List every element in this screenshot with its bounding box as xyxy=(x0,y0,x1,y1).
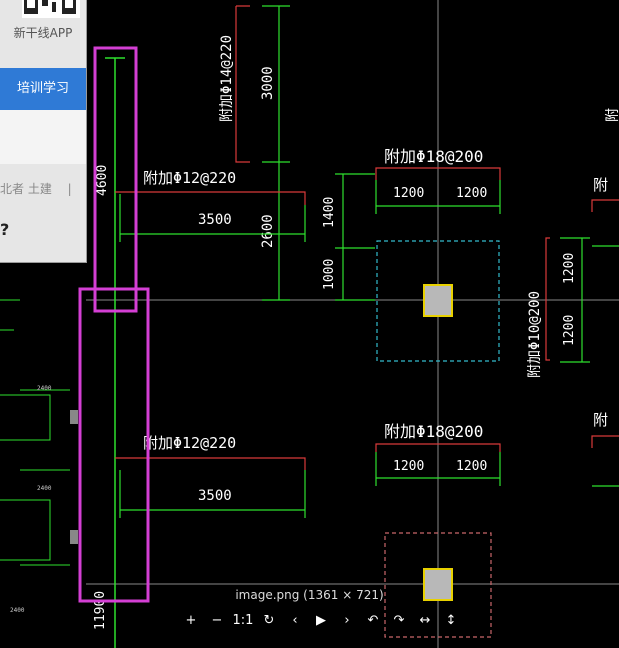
dim-label: 1200 xyxy=(393,459,424,474)
breadcrumb-separator: | xyxy=(67,182,72,196)
dim-label: 2600 xyxy=(260,214,276,248)
highlight-box xyxy=(78,287,150,603)
viewer-toolbar: + − 1:1 ↻ ‹ ▶ › ↶ ↷ ↔ ↕ xyxy=(180,610,462,632)
rebar-label-box1: 附加Φ18@200 xyxy=(384,147,483,166)
small-dim: 2400 xyxy=(37,385,52,392)
small-dim: 2400 xyxy=(37,485,52,492)
zoom-out-button[interactable]: − xyxy=(206,610,228,632)
rebar-bracket xyxy=(591,199,619,212)
rebar-label-box2: 附加Φ18@200 xyxy=(384,422,483,441)
dim-label: 1200 xyxy=(562,253,577,284)
dim-label: 1000 xyxy=(322,259,337,290)
rebar-bracket xyxy=(115,457,306,470)
prev-button[interactable]: ‹ xyxy=(284,610,306,632)
rebar-label-mid2: 附加Φ12@220 xyxy=(143,434,236,452)
edge-label: 附 xyxy=(593,176,608,194)
qr-code-icon xyxy=(22,0,80,18)
dim-label: 3000 xyxy=(260,66,276,100)
left-square xyxy=(70,410,78,424)
rebar-label-mid1: 附加Φ12@220 xyxy=(143,169,236,187)
rebar-bracket xyxy=(545,237,550,361)
refresh-icon[interactable]: ↻ xyxy=(258,610,280,632)
dim-label: 1200 xyxy=(456,186,487,201)
rebar-bracket xyxy=(115,191,306,205)
edge-label: 附 xyxy=(605,108,619,122)
dim-label: 3500 xyxy=(198,488,232,504)
rebar-label-right: 附加Φ10@200 xyxy=(527,291,543,378)
dim-label: 1200 xyxy=(456,459,487,474)
left-partial-drawing xyxy=(0,299,70,566)
rebar-bracket xyxy=(591,435,619,448)
image-caption: image.png (1361 × 721) xyxy=(235,588,384,602)
play-button[interactable]: ▶ xyxy=(310,610,332,632)
small-dim: 2400 xyxy=(10,607,25,614)
side-panel: 新干线APP 培训学习 北者 土建 | ? xyxy=(0,0,87,263)
rebar-bracket xyxy=(235,5,250,163)
question-mark: ? xyxy=(0,220,10,239)
breadcrumb: 北者 土建 | xyxy=(0,180,72,197)
breadcrumb-text[interactable]: 北者 土建 xyxy=(0,182,52,196)
dim-label: 1200 xyxy=(562,315,577,346)
actual-size-button[interactable]: 1:1 xyxy=(232,610,254,632)
left-square xyxy=(70,530,78,544)
next-button[interactable]: › xyxy=(336,610,358,632)
panel-section xyxy=(0,110,86,164)
dim-label: 4600 xyxy=(95,165,110,196)
zoom-in-button[interactable]: + xyxy=(180,610,202,632)
column-square xyxy=(423,284,453,317)
flip-vertical-icon[interactable]: ↕ xyxy=(440,610,462,632)
app-label: 新干线APP xyxy=(13,26,73,40)
cad-drawing-canvas: 附加Φ14@220 3000 2600 附加Φ12@220 3500 4600 … xyxy=(0,0,619,648)
edge-label: 附 xyxy=(593,411,608,429)
rotate-right-icon[interactable]: ↷ xyxy=(388,610,410,632)
training-button[interactable]: 培训学习 xyxy=(0,68,86,110)
dim-label: 3500 xyxy=(198,212,232,228)
dim-label: 1200 xyxy=(393,186,424,201)
flip-horizontal-icon[interactable]: ↔ xyxy=(414,610,436,632)
dim-label: 1400 xyxy=(322,197,337,228)
rotate-left-icon[interactable]: ↶ xyxy=(362,610,384,632)
rebar-label-top: 附加Φ14@220 xyxy=(219,35,235,122)
